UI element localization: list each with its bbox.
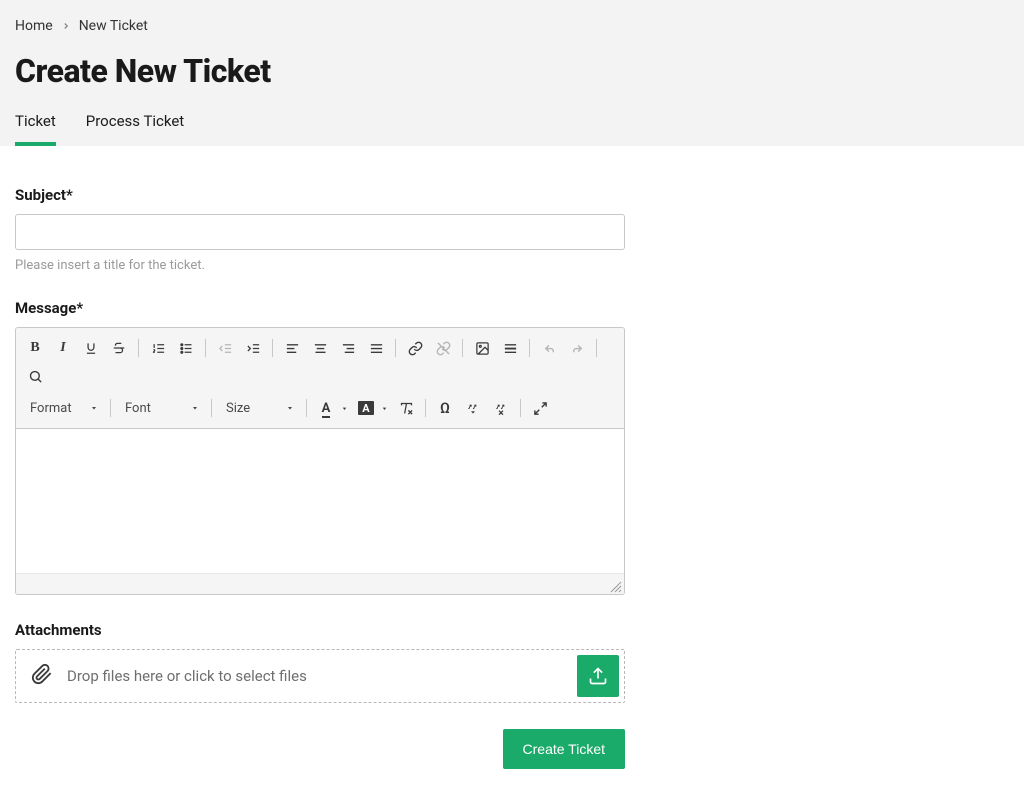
size-select-label: Size [226,401,250,416]
align-right-button[interactable] [335,335,361,361]
message-textarea[interactable] [16,429,624,574]
separator-icon [272,339,273,357]
subject-input[interactable] [15,214,625,250]
upload-button[interactable] [577,655,619,697]
tab-process-ticket[interactable]: Process Ticket [86,112,184,146]
tab-ticket[interactable]: Ticket [15,112,56,146]
breadcrumb-current: New Ticket [79,18,148,34]
unordered-list-button[interactable] [173,335,199,361]
caret-down-icon [90,404,98,412]
chevron-right-icon [61,21,71,31]
separator-icon [462,339,463,357]
format-select-label: Format [30,401,72,416]
page-title: Create New Ticket [15,52,1009,112]
find-button[interactable] [22,363,48,389]
indent-button[interactable] [240,335,266,361]
separator-icon [138,339,139,357]
italic-button[interactable]: I [50,335,76,361]
subject-help: Please insert a title for the ticket. [15,258,625,273]
breadcrumb: Home New Ticket [15,18,1009,52]
message-group: Message* B I [15,299,625,595]
message-label: Message* [15,299,625,317]
align-left-button[interactable] [279,335,305,361]
separator-icon [395,339,396,357]
font-select[interactable]: Font [117,395,205,421]
ordered-list-button[interactable] [145,335,171,361]
separator-icon [211,399,212,417]
editor-toolbar: B I [16,328,624,429]
link-button[interactable] [402,335,428,361]
align-center-button[interactable] [307,335,333,361]
caret-down-icon [286,404,294,412]
resize-grip-icon[interactable] [610,581,622,593]
dropzone-text: Drop files here or click to select files [67,667,307,685]
subject-label: Subject* [15,186,625,204]
text-color-dropdown[interactable] [337,395,351,421]
tabs: Ticket Process Ticket [15,112,1009,146]
breadcrumb-home[interactable]: Home [15,18,53,34]
split-quote-button[interactable] [460,395,486,421]
size-select[interactable]: Size [218,395,300,421]
background-color-dropdown[interactable] [377,395,391,421]
separator-icon [306,399,307,417]
format-select[interactable]: Format [22,395,104,421]
align-justify-button[interactable] [363,335,389,361]
redo-button[interactable] [564,335,590,361]
undo-button[interactable] [536,335,562,361]
paperclip-icon [31,663,53,689]
unlink-button[interactable] [430,335,456,361]
text-color-button[interactable]: A [313,395,339,421]
remove-format-button[interactable] [393,395,419,421]
maximize-button[interactable] [527,395,553,421]
attachments-group: Attachments Drop files here or click to … [15,621,625,703]
attachments-label: Attachments [15,621,625,639]
create-ticket-button[interactable]: Create Ticket [503,729,625,769]
horizontal-rule-button[interactable] [497,335,523,361]
attachments-dropzone[interactable]: Drop files here or click to select files [15,649,625,703]
separator-icon [205,339,206,357]
background-color-button[interactable]: A [353,395,379,421]
rich-text-editor: B I [15,327,625,595]
font-select-label: Font [125,401,151,416]
underline-button[interactable] [78,335,104,361]
special-character-button[interactable]: Ω [432,395,458,421]
subject-group: Subject* Please insert a title for the t… [15,186,625,273]
bold-button[interactable]: B [22,335,48,361]
editor-footer [16,574,624,594]
separator-icon [596,339,597,357]
outdent-button[interactable] [212,335,238,361]
remove-quote-button[interactable] [488,395,514,421]
separator-icon [520,399,521,417]
caret-down-icon [191,404,199,412]
strikethrough-button[interactable] [106,335,132,361]
separator-icon [529,339,530,357]
separator-icon [425,399,426,417]
image-button[interactable] [469,335,495,361]
separator-icon [110,399,111,417]
